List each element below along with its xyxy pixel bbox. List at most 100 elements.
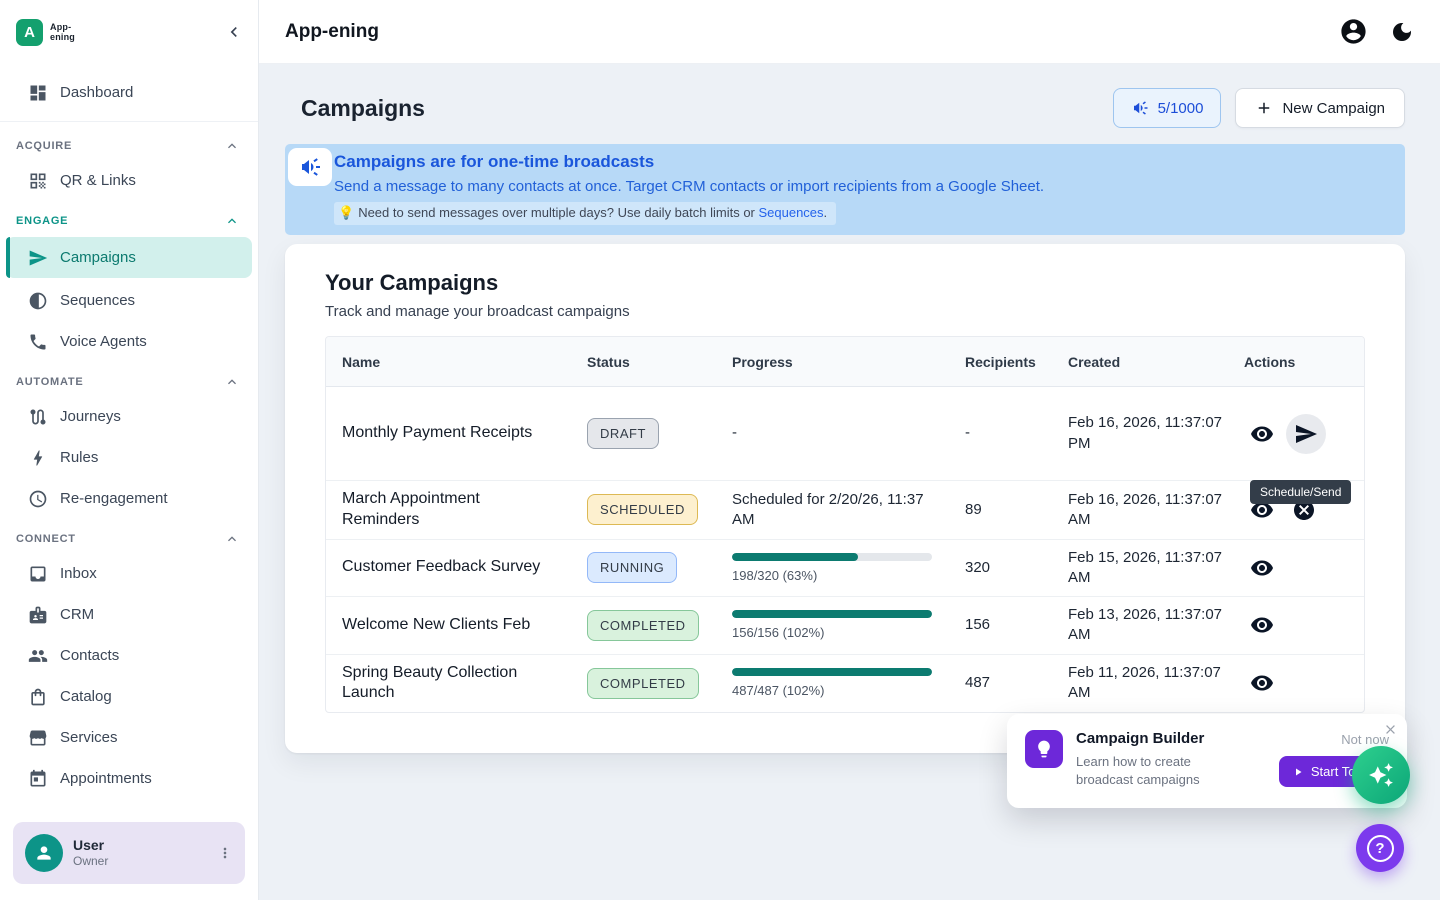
chevron-up-icon [224,138,240,154]
recipients-cell: 89 [965,500,1068,520]
megaphone-icon [298,155,322,179]
qr-code-icon [28,171,48,191]
sidebar-item-label: Contacts [60,647,119,664]
created-cell: Feb 16, 2026, 11:37:07 AM [1068,490,1244,531]
banner-note-text: Need to send messages over multiple days… [358,205,758,220]
column-header-created: Created [1068,354,1244,370]
progress-bar [732,553,932,561]
sidebar-item-label: Appointments [60,770,152,787]
section-engage[interactable]: ENGAGE [0,201,258,235]
quota-label: 5/1000 [1158,100,1204,117]
progress-cell: Scheduled for 2/20/26, 11:37 AM [732,490,965,531]
section-automate[interactable]: AUTOMATE [0,362,258,396]
user-role: Owner [73,854,108,869]
moon-icon [1390,20,1414,44]
sidebar-item-catalog[interactable]: Catalog [0,676,258,717]
sidebar-item-qr-links[interactable]: QR & Links [0,160,258,201]
not-now-button[interactable]: Not now [1341,732,1389,747]
progress-bar [732,668,932,676]
view-button[interactable] [1244,416,1280,452]
app-logo[interactable]: A App- ening [16,19,75,46]
account-circle-icon [1339,17,1368,46]
sidebar-item-label: Voice Agents [60,333,147,350]
table-row: Customer Feedback Survey RUNNING 198/320… [326,540,1364,598]
section-label: CONNECT [16,533,76,545]
view-button[interactable] [1244,665,1280,701]
actions-cell [1244,665,1348,701]
chevron-up-icon [224,374,240,390]
campaigns-card: Your Campaigns Track and manage your bro… [285,244,1405,753]
banner-note: 💡 Need to send messages over multiple day… [334,202,836,225]
sidebar-item-re-engagement[interactable]: Re-engagement [0,478,258,519]
sidebar: A App- ening Dashboard ACQUIRE QR & Link… [0,0,259,900]
account-button[interactable] [1339,17,1368,46]
column-header-progress: Progress [732,354,965,370]
actions-cell: Schedule/Send [1244,414,1348,454]
schedule-send-button[interactable] [1286,414,1326,454]
dark-mode-toggle[interactable] [1390,20,1414,44]
campaign-name: Welcome New Clients Feb [342,615,587,636]
popup-close-button[interactable] [1383,722,1398,737]
sidebar-item-dashboard[interactable]: Dashboard [0,72,258,113]
sidebar-item-inbox[interactable]: Inbox [0,553,258,594]
section-connect[interactable]: CONNECT [0,519,258,553]
sidebar-item-voice-agents[interactable]: Voice Agents [0,321,258,362]
user-card[interactable]: User Owner [13,822,245,884]
sparkles-icon [1368,762,1394,788]
bulb-emoji: 💡 [338,205,354,220]
campaigns-table: Name Status Progress Recipients Created … [325,336,1365,713]
status-cell: SCHEDULED [587,494,732,525]
view-button[interactable] [1244,607,1280,643]
campaign-name: Customer Feedback Survey [342,557,587,578]
eye-icon [1250,556,1274,580]
progress-bar-fill [732,668,932,676]
sidebar-item-label: Dashboard [60,84,133,101]
lightning-icon [28,448,48,468]
plus-icon [1255,99,1273,117]
person-icon [34,843,54,863]
actions-cell [1244,550,1348,586]
section-acquire[interactable]: ACQUIRE [0,126,258,160]
new-campaign-button[interactable]: New Campaign [1235,88,1405,128]
created-cell: Feb 15, 2026, 11:37:07 AM [1068,548,1244,589]
sequences-link[interactable]: Sequences [758,205,823,220]
view-button[interactable] [1244,550,1280,586]
column-header-recipients: Recipients [965,354,1068,370]
sidebar-item-contacts[interactable]: Contacts [0,635,258,676]
sidebar-item-label: Sequences [60,292,135,309]
divider [0,121,258,122]
help-button[interactable]: ? [1356,824,1404,872]
lightbulb-icon [1034,739,1054,759]
sidebar-item-appointments[interactable]: Appointments [0,758,258,799]
badge-icon [28,605,48,625]
user-name: User [73,837,108,855]
user-menu-button[interactable] [217,845,233,861]
recipients-cell: - [965,423,1068,443]
sidebar-item-label: Rules [60,449,98,466]
phone-icon [28,332,48,352]
progress-cell: 156/156 (102%) [732,610,965,640]
sidebar-item-sequences[interactable]: Sequences [0,280,258,321]
created-cell: Feb 13, 2026, 11:37:07 AM [1068,605,1244,646]
topbar-actions [1339,17,1414,46]
recipients-cell: 487 [965,673,1068,693]
sidebar-item-campaigns[interactable]: Campaigns [6,237,252,278]
sequences-icon [28,291,48,311]
section-label: AUTOMATE [16,376,83,388]
sidebar-item-label: QR & Links [60,172,136,189]
popup-text: Campaign Builder Learn how to create bro… [1076,730,1231,794]
chevron-up-icon [224,531,240,547]
chevron-up-icon [224,213,240,229]
sidebar-item-crm[interactable]: CRM [0,594,258,635]
status-badge: COMPLETED [587,668,699,699]
status-cell: DRAFT [587,418,732,449]
sidebar-item-rules[interactable]: Rules [0,437,258,478]
sidebar-item-services[interactable]: Services [0,717,258,758]
sidebar-item-label: Re-engagement [60,490,168,507]
sidebar-collapse-button[interactable] [224,22,244,42]
sidebar-item-journeys[interactable]: Journeys [0,396,258,437]
quota-button[interactable]: 5/1000 [1113,88,1222,128]
status-badge: DRAFT [587,418,659,449]
status-cell: RUNNING [587,552,732,583]
assistant-fab[interactable] [1352,746,1410,804]
